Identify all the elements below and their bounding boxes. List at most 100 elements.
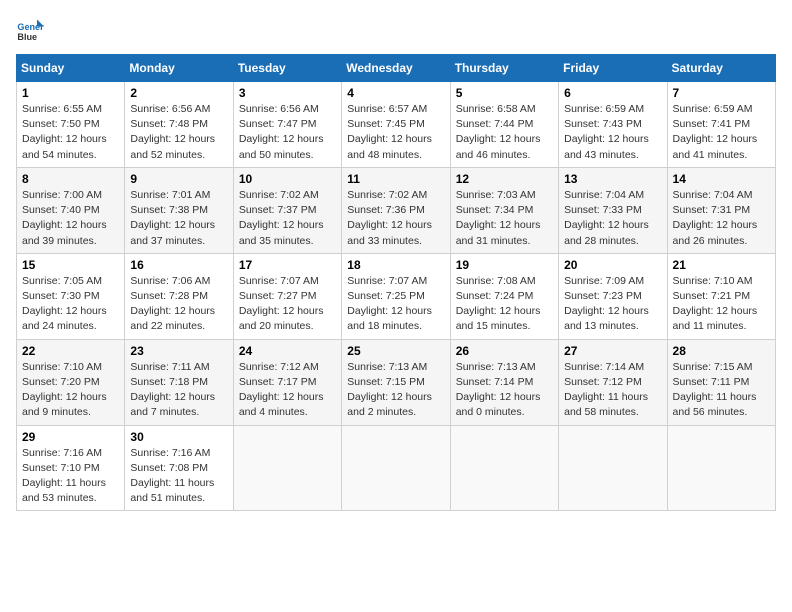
calendar-cell: 19 Sunrise: 7:08 AM Sunset: 7:24 PM Dayl… <box>450 253 558 339</box>
day-number: 18 <box>347 258 444 272</box>
day-number: 20 <box>564 258 661 272</box>
calendar-cell: 11 Sunrise: 7:02 AM Sunset: 7:36 PM Dayl… <box>342 167 450 253</box>
day-number: 24 <box>239 344 336 358</box>
calendar-cell: 6 Sunrise: 6:59 AM Sunset: 7:43 PM Dayli… <box>559 82 667 168</box>
day-details: Sunrise: 7:00 AM Sunset: 7:40 PM Dayligh… <box>22 188 119 249</box>
calendar-cell <box>342 425 450 511</box>
day-number: 28 <box>673 344 770 358</box>
day-details: Sunrise: 7:13 AM Sunset: 7:14 PM Dayligh… <box>456 360 553 421</box>
day-details: Sunrise: 7:07 AM Sunset: 7:25 PM Dayligh… <box>347 274 444 335</box>
day-number: 15 <box>22 258 119 272</box>
day-details: Sunrise: 7:11 AM Sunset: 7:18 PM Dayligh… <box>130 360 227 421</box>
calendar-week-row: 1 Sunrise: 6:55 AM Sunset: 7:50 PM Dayli… <box>17 82 776 168</box>
day-number: 5 <box>456 86 553 100</box>
day-number: 14 <box>673 172 770 186</box>
calendar-body: 1 Sunrise: 6:55 AM Sunset: 7:50 PM Dayli… <box>17 82 776 511</box>
calendar-cell: 15 Sunrise: 7:05 AM Sunset: 7:30 PM Dayl… <box>17 253 125 339</box>
calendar-cell: 2 Sunrise: 6:56 AM Sunset: 7:48 PM Dayli… <box>125 82 233 168</box>
day-details: Sunrise: 7:08 AM Sunset: 7:24 PM Dayligh… <box>456 274 553 335</box>
calendar-week-row: 22 Sunrise: 7:10 AM Sunset: 7:20 PM Dayl… <box>17 339 776 425</box>
calendar-cell: 1 Sunrise: 6:55 AM Sunset: 7:50 PM Dayli… <box>17 82 125 168</box>
day-number: 4 <box>347 86 444 100</box>
day-number: 25 <box>347 344 444 358</box>
day-details: Sunrise: 7:01 AM Sunset: 7:38 PM Dayligh… <box>130 188 227 249</box>
day-details: Sunrise: 7:04 AM Sunset: 7:31 PM Dayligh… <box>673 188 770 249</box>
logo: General Blue <box>16 16 44 44</box>
day-number: 11 <box>347 172 444 186</box>
calendar-cell: 23 Sunrise: 7:11 AM Sunset: 7:18 PM Dayl… <box>125 339 233 425</box>
weekday-header: Wednesday <box>342 55 450 82</box>
day-number: 23 <box>130 344 227 358</box>
calendar-cell: 10 Sunrise: 7:02 AM Sunset: 7:37 PM Dayl… <box>233 167 341 253</box>
day-number: 2 <box>130 86 227 100</box>
day-number: 6 <box>564 86 661 100</box>
day-number: 22 <box>22 344 119 358</box>
day-number: 1 <box>22 86 119 100</box>
calendar-cell: 7 Sunrise: 6:59 AM Sunset: 7:41 PM Dayli… <box>667 82 775 168</box>
calendar-cell <box>667 425 775 511</box>
calendar-header-row: SundayMondayTuesdayWednesdayThursdayFrid… <box>17 55 776 82</box>
day-details: Sunrise: 6:56 AM Sunset: 7:47 PM Dayligh… <box>239 102 336 163</box>
day-number: 7 <box>673 86 770 100</box>
calendar-cell: 5 Sunrise: 6:58 AM Sunset: 7:44 PM Dayli… <box>450 82 558 168</box>
calendar-cell: 21 Sunrise: 7:10 AM Sunset: 7:21 PM Dayl… <box>667 253 775 339</box>
day-details: Sunrise: 7:15 AM Sunset: 7:11 PM Dayligh… <box>673 360 770 421</box>
weekday-header: Friday <box>559 55 667 82</box>
day-number: 9 <box>130 172 227 186</box>
calendar-cell: 14 Sunrise: 7:04 AM Sunset: 7:31 PM Dayl… <box>667 167 775 253</box>
day-details: Sunrise: 6:59 AM Sunset: 7:41 PM Dayligh… <box>673 102 770 163</box>
weekday-header: Sunday <box>17 55 125 82</box>
calendar-cell: 3 Sunrise: 6:56 AM Sunset: 7:47 PM Dayli… <box>233 82 341 168</box>
calendar-cell <box>233 425 341 511</box>
day-number: 21 <box>673 258 770 272</box>
day-number: 29 <box>22 430 119 444</box>
calendar-cell: 4 Sunrise: 6:57 AM Sunset: 7:45 PM Dayli… <box>342 82 450 168</box>
day-details: Sunrise: 7:04 AM Sunset: 7:33 PM Dayligh… <box>564 188 661 249</box>
day-details: Sunrise: 7:13 AM Sunset: 7:15 PM Dayligh… <box>347 360 444 421</box>
day-details: Sunrise: 7:05 AM Sunset: 7:30 PM Dayligh… <box>22 274 119 335</box>
calendar-cell: 13 Sunrise: 7:04 AM Sunset: 7:33 PM Dayl… <box>559 167 667 253</box>
calendar-cell: 29 Sunrise: 7:16 AM Sunset: 7:10 PM Dayl… <box>17 425 125 511</box>
day-details: Sunrise: 7:10 AM Sunset: 7:20 PM Dayligh… <box>22 360 119 421</box>
day-details: Sunrise: 6:57 AM Sunset: 7:45 PM Dayligh… <box>347 102 444 163</box>
calendar-cell: 12 Sunrise: 7:03 AM Sunset: 7:34 PM Dayl… <box>450 167 558 253</box>
weekday-header: Thursday <box>450 55 558 82</box>
calendar-cell: 26 Sunrise: 7:13 AM Sunset: 7:14 PM Dayl… <box>450 339 558 425</box>
day-details: Sunrise: 7:02 AM Sunset: 7:36 PM Dayligh… <box>347 188 444 249</box>
day-details: Sunrise: 6:56 AM Sunset: 7:48 PM Dayligh… <box>130 102 227 163</box>
calendar-cell: 9 Sunrise: 7:01 AM Sunset: 7:38 PM Dayli… <box>125 167 233 253</box>
calendar-cell: 30 Sunrise: 7:16 AM Sunset: 7:08 PM Dayl… <box>125 425 233 511</box>
calendar-week-row: 15 Sunrise: 7:05 AM Sunset: 7:30 PM Dayl… <box>17 253 776 339</box>
day-number: 17 <box>239 258 336 272</box>
logo-icon: General Blue <box>16 16 44 44</box>
day-details: Sunrise: 6:59 AM Sunset: 7:43 PM Dayligh… <box>564 102 661 163</box>
calendar-cell <box>559 425 667 511</box>
day-number: 12 <box>456 172 553 186</box>
day-number: 30 <box>130 430 227 444</box>
calendar-cell: 28 Sunrise: 7:15 AM Sunset: 7:11 PM Dayl… <box>667 339 775 425</box>
calendar-table: SundayMondayTuesdayWednesdayThursdayFrid… <box>16 54 776 511</box>
day-number: 8 <box>22 172 119 186</box>
calendar-cell: 24 Sunrise: 7:12 AM Sunset: 7:17 PM Dayl… <box>233 339 341 425</box>
page-header: General Blue <box>16 16 776 44</box>
day-number: 27 <box>564 344 661 358</box>
day-details: Sunrise: 7:02 AM Sunset: 7:37 PM Dayligh… <box>239 188 336 249</box>
day-details: Sunrise: 7:16 AM Sunset: 7:08 PM Dayligh… <box>130 446 227 507</box>
day-number: 13 <box>564 172 661 186</box>
day-details: Sunrise: 7:16 AM Sunset: 7:10 PM Dayligh… <box>22 446 119 507</box>
day-details: Sunrise: 7:03 AM Sunset: 7:34 PM Dayligh… <box>456 188 553 249</box>
day-details: Sunrise: 7:10 AM Sunset: 7:21 PM Dayligh… <box>673 274 770 335</box>
weekday-header: Monday <box>125 55 233 82</box>
day-number: 26 <box>456 344 553 358</box>
calendar-cell: 17 Sunrise: 7:07 AM Sunset: 7:27 PM Dayl… <box>233 253 341 339</box>
day-details: Sunrise: 7:14 AM Sunset: 7:12 PM Dayligh… <box>564 360 661 421</box>
day-details: Sunrise: 6:55 AM Sunset: 7:50 PM Dayligh… <box>22 102 119 163</box>
calendar-cell: 8 Sunrise: 7:00 AM Sunset: 7:40 PM Dayli… <box>17 167 125 253</box>
day-number: 16 <box>130 258 227 272</box>
day-details: Sunrise: 7:07 AM Sunset: 7:27 PM Dayligh… <box>239 274 336 335</box>
calendar-cell: 18 Sunrise: 7:07 AM Sunset: 7:25 PM Dayl… <box>342 253 450 339</box>
svg-text:Blue: Blue <box>17 32 37 42</box>
weekday-header: Tuesday <box>233 55 341 82</box>
calendar-cell: 16 Sunrise: 7:06 AM Sunset: 7:28 PM Dayl… <box>125 253 233 339</box>
calendar-cell <box>450 425 558 511</box>
